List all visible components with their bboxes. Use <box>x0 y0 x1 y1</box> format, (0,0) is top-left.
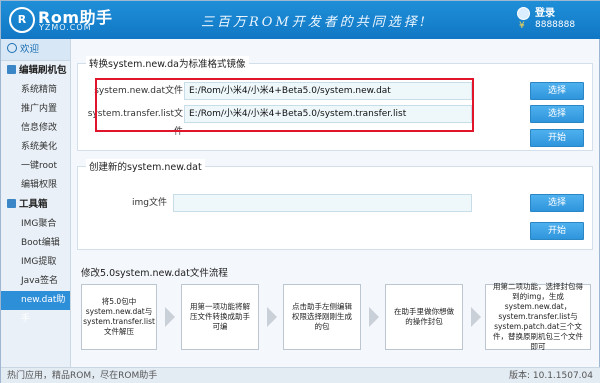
home-icon <box>7 43 17 53</box>
flow-step-4: 在助手里做你想做的操作封包 <box>385 284 463 350</box>
sidebar-home-label: 欢迎 <box>20 44 40 55</box>
flow-step-text: 用第一项功能将解压文件转换成助手可编 <box>190 302 250 331</box>
flow-step-5: 用第二项功能，选择封包得到的img，生成 system.new.dat，syst… <box>485 282 591 351</box>
toolbox-icon <box>7 199 16 208</box>
flow-step-text: 点击助手左侧编辑权限选择刚刚生成的包 <box>292 302 352 331</box>
flow-step-text: 用第二项功能，选择封包得到的img，生成 system.new.dat，syst… <box>493 282 583 351</box>
status-bar: 热门应用，精品ROM，尽在ROM助手 版本: 10.1.1507.04 <box>1 367 600 383</box>
main-content: 转换system.new.da为标准格式镜像 system.new.dat文件 … <box>77 41 595 367</box>
sidebar-item-java-sign[interactable]: Java签名 <box>1 272 70 291</box>
convert-start-button[interactable]: 开始 <box>530 129 584 147</box>
app-domain: YZMO.COM <box>39 23 92 32</box>
img-file-label: img文件 <box>132 198 167 208</box>
coin-icon: ¥ <box>519 21 525 31</box>
status-promo: 热门应用，精品ROM，尽在ROM助手 <box>7 371 158 381</box>
user-box: 登录 ¥ 8888888 <box>517 4 593 34</box>
arrow-right-icon <box>369 307 379 327</box>
arrow-right-icon <box>267 307 277 327</box>
sidebar-group-edit[interactable]: 编辑刷机包 <box>1 61 70 81</box>
sidebar-item-permissions[interactable]: 编辑权限 <box>1 176 70 195</box>
user-avatar-icon[interactable] <box>517 7 530 20</box>
app-window: R Rom助手 YZMO.COM 三百万ROM开发者的共同选择! 登录 ¥ 88… <box>0 0 600 383</box>
slogan: 三百万ROM开发者的共同选择! <box>201 15 428 30</box>
sidebar-item-img-merge[interactable]: IMG聚合 <box>1 215 70 234</box>
select-img-button[interactable]: 选择 <box>530 194 584 212</box>
coin-count: 8888888 <box>535 20 576 30</box>
title-bar: R Rom助手 YZMO.COM 三百万ROM开发者的共同选择! 登录 ¥ 88… <box>1 1 600 39</box>
sidebar-item-newdat[interactable]: new.dat助手 <box>1 291 70 324</box>
select-dat-button[interactable]: 选择 <box>530 82 584 100</box>
flow-title: 修改5.0system.new.dat文件流程 <box>81 268 228 279</box>
sidebar-group-tools[interactable]: 工具箱 <box>1 195 70 215</box>
sidebar-item-slim[interactable]: 系统精简 <box>1 81 70 100</box>
sidebar-group-label: 编辑刷机包 <box>19 65 67 76</box>
logo-icon: R <box>9 7 35 33</box>
sidebar: 欢迎 编辑刷机包 系统精简 推广内置 信息修改 系统美化 一键root 编辑权限… <box>1 39 71 367</box>
sidebar-item-info[interactable]: 信息修改 <box>1 119 70 138</box>
arrow-right-icon <box>471 307 481 327</box>
sidebar-item-promo[interactable]: 推广内置 <box>1 100 70 119</box>
sidebar-group-label: 工具箱 <box>19 199 48 210</box>
sidebar-item-theme[interactable]: 系统美化 <box>1 138 70 157</box>
flow-step-text: 将5.0包中system.new.dat与system.transfer.lis… <box>83 297 155 336</box>
highlight-box <box>95 78 474 132</box>
create-panel-title: 创建新的system.new.dat <box>86 159 205 173</box>
create-start-button[interactable]: 开始 <box>530 222 584 240</box>
version-label: 版本: 10.1.1507.04 <box>508 371 593 381</box>
convert-panel-title: 转换system.new.da为标准格式镜像 <box>86 56 249 70</box>
sidebar-item-img-extract[interactable]: IMG提取 <box>1 253 70 272</box>
arrow-right-icon <box>165 307 175 327</box>
flow-step-text: 在助手里做你想做的操作封包 <box>394 307 454 326</box>
login-link[interactable]: 登录 <box>535 4 555 19</box>
flow-step-2: 用第一项功能将解压文件转换成助手可编 <box>181 284 259 350</box>
sidebar-item-root[interactable]: 一键root <box>1 157 70 176</box>
sidebar-item-boot-edit[interactable]: Boot编辑 <box>1 234 70 253</box>
flow-step-1: 将5.0包中system.new.dat与system.transfer.lis… <box>81 284 157 350</box>
select-transfer-button[interactable]: 选择 <box>530 105 584 123</box>
flow-step-3: 点击助手左侧编辑权限选择刚刚生成的包 <box>283 284 361 350</box>
img-file-input[interactable] <box>173 194 472 212</box>
package-icon <box>7 65 16 74</box>
sidebar-item-home[interactable]: 欢迎 <box>1 39 70 61</box>
